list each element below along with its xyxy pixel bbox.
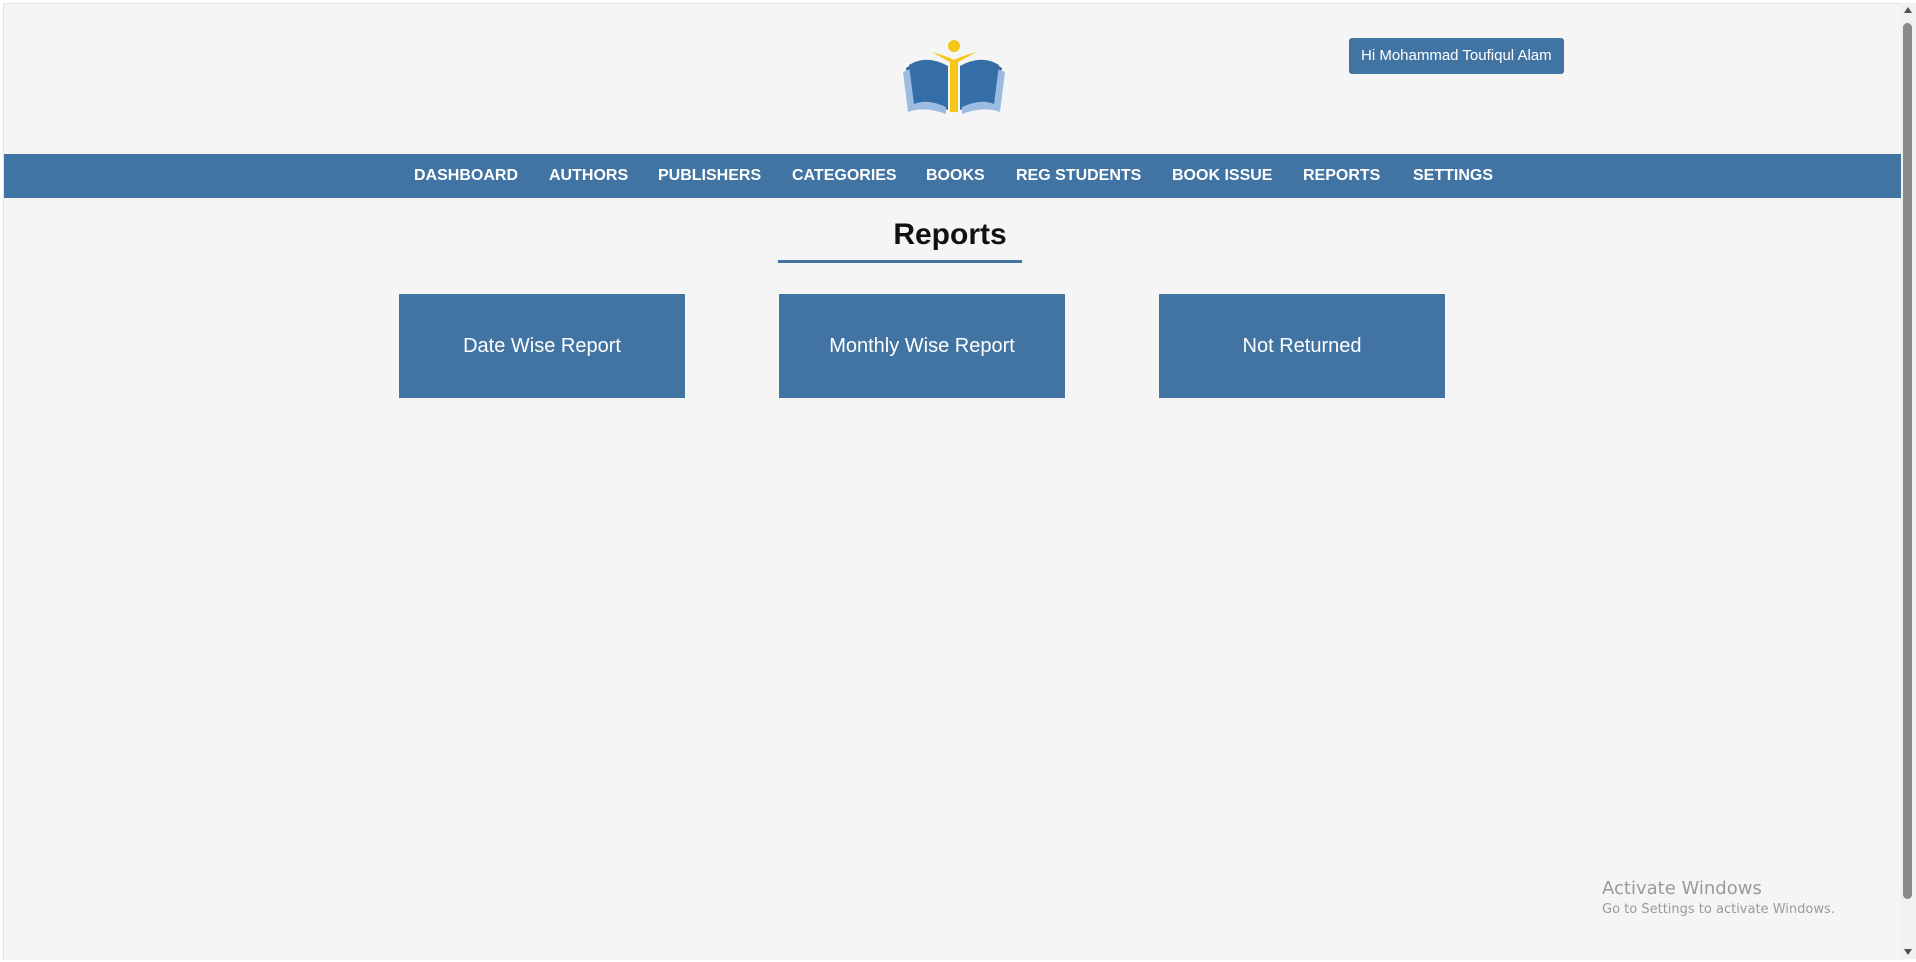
page-title: Reports bbox=[893, 218, 1007, 251]
main-navbar: DASHBOARD AUTHORS PUBLISHERS CATEGORIES … bbox=[4, 154, 1902, 198]
monthly-wise-report-button[interactable]: Monthly Wise Report bbox=[779, 294, 1065, 398]
open-book-reader-logo-icon bbox=[903, 40, 1005, 114]
nav-item-reports[interactable]: REPORTS bbox=[1303, 154, 1380, 198]
nav-item-settings[interactable]: SETTINGS bbox=[1413, 154, 1493, 198]
nav-item-books[interactable]: BOOKS bbox=[926, 154, 985, 198]
nav-item-dashboard[interactable]: DASHBOARD bbox=[414, 154, 518, 198]
browser-viewport: Hi Mohammad Toufiqul Alam DASHBOARD AUTH… bbox=[3, 3, 1902, 960]
scroll-up-arrow-icon[interactable] bbox=[1904, 7, 1912, 13]
vertical-scrollbar[interactable] bbox=[1901, 3, 1916, 959]
nav-item-authors[interactable]: AUTHORS bbox=[549, 154, 628, 198]
title-underline bbox=[778, 260, 1022, 263]
date-wise-report-button[interactable]: Date Wise Report bbox=[399, 294, 685, 398]
nav-item-book-issue[interactable]: BOOK ISSUE bbox=[1172, 154, 1272, 198]
site-header: Hi Mohammad Toufiqul Alam bbox=[4, 4, 1902, 154]
windows-activation-watermark: Activate Windows Go to Settings to activ… bbox=[1602, 878, 1835, 920]
not-returned-button[interactable]: Not Returned bbox=[1159, 294, 1445, 398]
nav-item-reg-students[interactable]: REG STUDENTS bbox=[1016, 154, 1141, 198]
nav-item-publishers[interactable]: PUBLISHERS bbox=[658, 154, 761, 198]
nav-menu: DASHBOARD AUTHORS PUBLISHERS CATEGORIES … bbox=[4, 154, 1902, 198]
user-greeting-button[interactable]: Hi Mohammad Toufiqul Alam bbox=[1349, 38, 1564, 74]
watermark-subtitle: Go to Settings to activate Windows. bbox=[1602, 902, 1835, 917]
scroll-thumb[interactable] bbox=[1903, 23, 1912, 899]
nav-item-categories[interactable]: CATEGORIES bbox=[792, 154, 897, 198]
scroll-down-arrow-icon[interactable] bbox=[1904, 949, 1912, 955]
watermark-title: Activate Windows bbox=[1602, 878, 1762, 899]
